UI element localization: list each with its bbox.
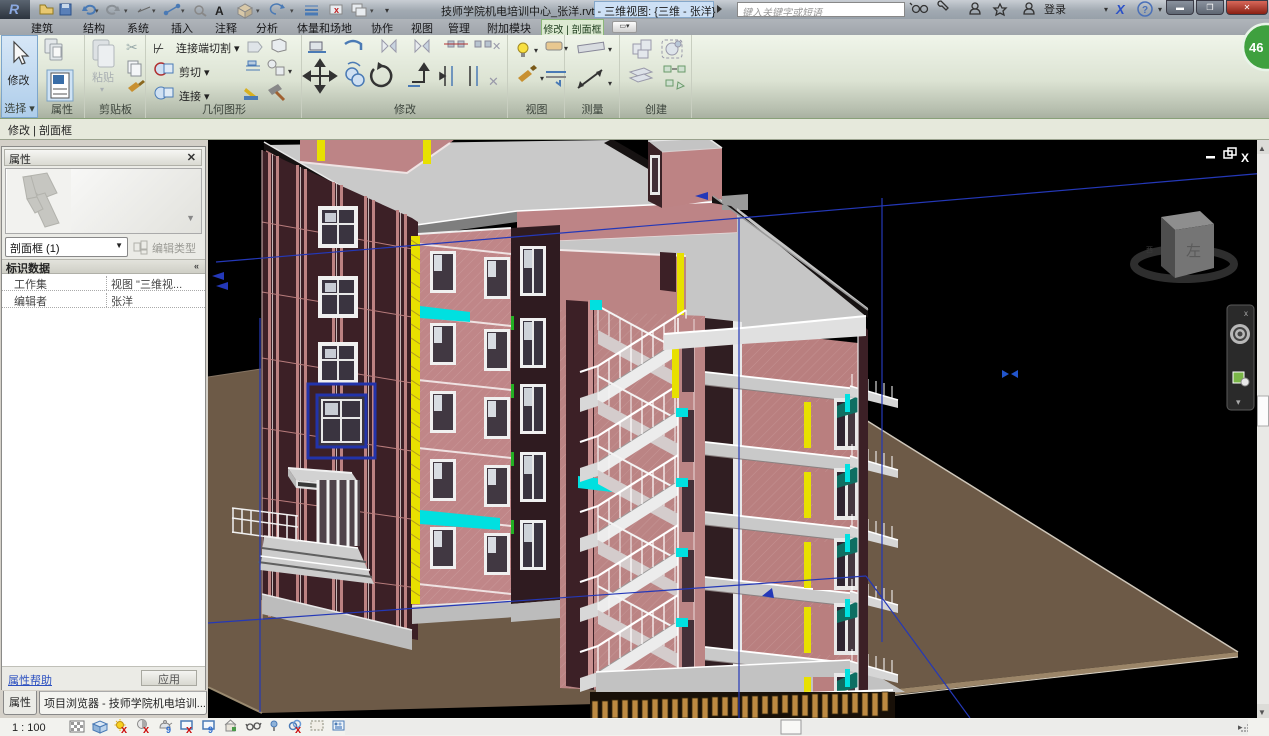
svg-text:x: x	[186, 724, 193, 736]
svg-text:▾: ▾	[608, 45, 612, 54]
svg-text:▾: ▾	[1104, 5, 1108, 14]
svg-text:x: x	[121, 724, 128, 736]
svg-text:✕: ✕	[488, 74, 499, 89]
svg-text:▲: ▲	[1258, 144, 1266, 153]
svg-text:X: X	[1115, 2, 1126, 17]
svg-text:A: A	[215, 4, 224, 18]
svg-text:▾: ▾	[1158, 5, 1162, 14]
svg-text:X: X	[1241, 151, 1249, 165]
svg-text:▾: ▾	[608, 79, 612, 88]
svg-text:▾: ▾	[100, 85, 104, 94]
svg-text:▾: ▾	[290, 8, 294, 15]
svg-text:x: x	[295, 724, 302, 736]
svg-text:西: 西	[1146, 246, 1153, 254]
svg-text:⊬: ⊬	[153, 41, 164, 56]
svg-text:▾: ▾	[288, 67, 292, 76]
svg-text:▾: ▾	[1236, 397, 1241, 407]
svg-text:▾: ▾	[124, 8, 128, 15]
svg-text:1 : 100: 1 : 100	[12, 722, 46, 734]
svg-text:▾: ▾	[370, 8, 374, 15]
svg-text:左: 左	[1186, 243, 1201, 260]
svg-text:x: x	[143, 724, 150, 736]
svg-text:▾: ▾	[534, 46, 538, 55]
svg-text:粘贴: 粘贴	[92, 70, 114, 84]
svg-text:▾: ▾	[95, 8, 99, 15]
svg-text:▼: ▼	[1258, 708, 1266, 717]
svg-text:9: 9	[166, 725, 171, 735]
svg-text:?: ?	[1142, 5, 1148, 16]
svg-text:连接 ▾: 连接 ▾	[179, 90, 210, 103]
svg-text:x: x	[334, 5, 339, 15]
svg-text:▾: ▾	[385, 6, 389, 15]
svg-text:▾: ▾	[181, 8, 185, 15]
svg-text:▾: ▾	[540, 74, 544, 83]
svg-text:▾: ▾	[564, 44, 568, 53]
svg-text:x: x	[1244, 309, 1248, 318]
svg-text:连接端切割 ▾: 连接端切割 ▾	[176, 41, 240, 55]
svg-text:46: 46	[1249, 40, 1263, 55]
svg-text:✂: ✂	[126, 39, 138, 55]
svg-text:登录: 登录	[1044, 2, 1066, 16]
svg-text:✕: ✕	[492, 41, 501, 53]
svg-text:▾: ▾	[152, 8, 156, 15]
svg-text:▾: ▾	[256, 8, 260, 15]
svg-text:9: 9	[208, 725, 213, 735]
svg-text:剪切 ▾: 剪切 ▾	[179, 65, 210, 79]
